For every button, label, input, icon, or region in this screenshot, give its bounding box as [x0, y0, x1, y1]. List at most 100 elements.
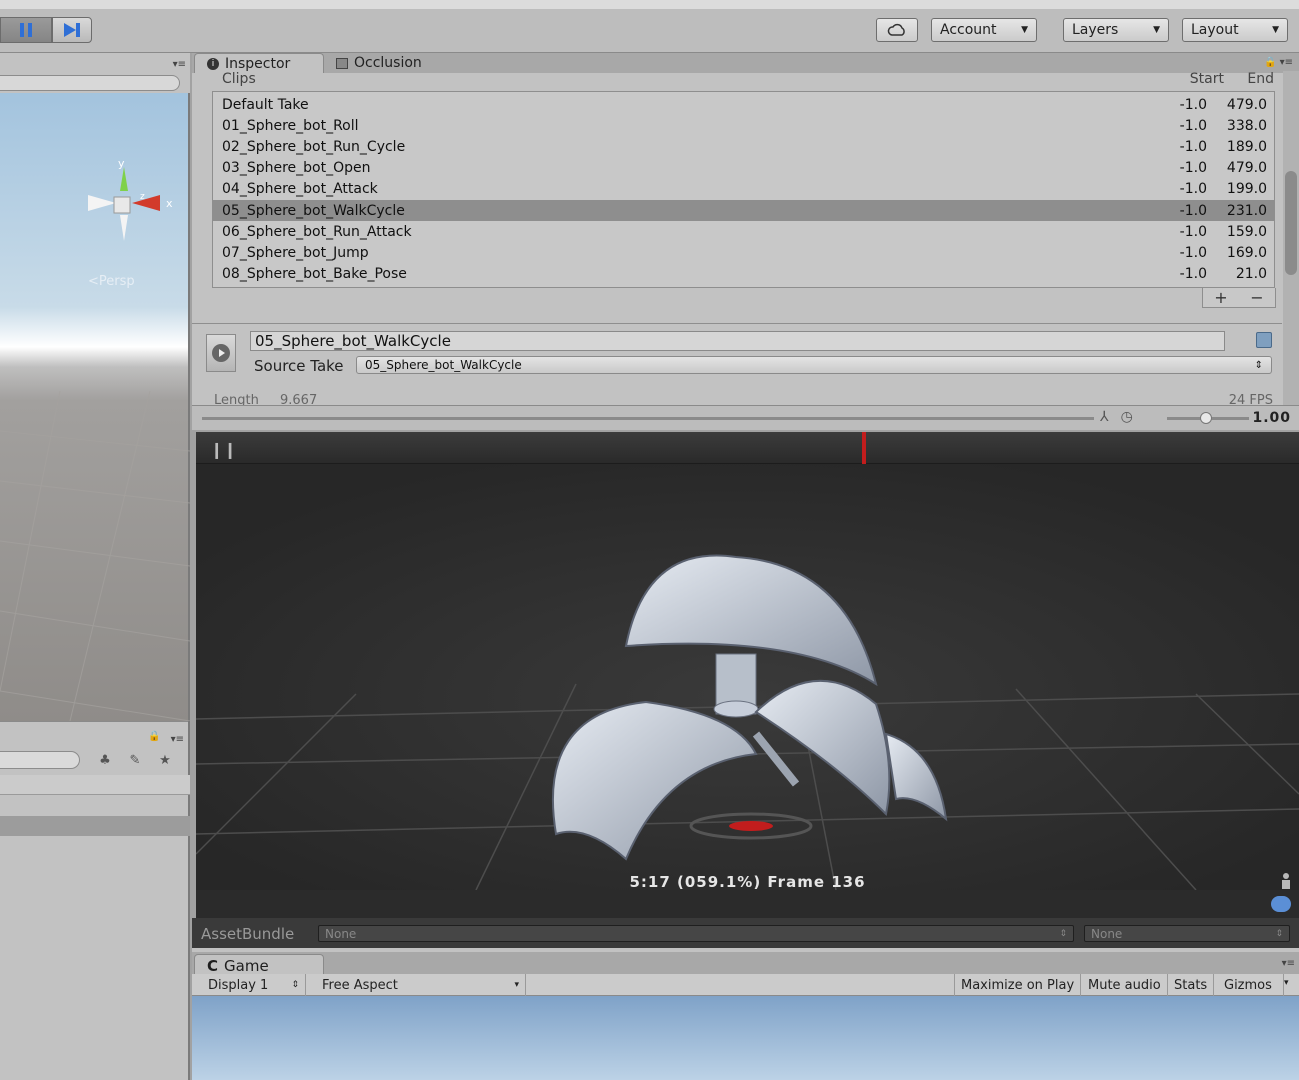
clip-name: 05_Sphere_bot_WalkCycle	[222, 202, 405, 219]
tab-occlusion-label: Occlusion	[354, 55, 422, 71]
mute-audio-toggle[interactable]: Mute audio	[1082, 974, 1168, 996]
preview-play-button[interactable]	[206, 334, 236, 372]
assetbundle-name-dropdown[interactable]: None ⇕	[318, 925, 1074, 942]
preview-viewport	[196, 464, 1299, 890]
gizmo-x-label: x	[166, 197, 173, 210]
project-panel: 🔒 ▾≡ ♣ ✎ ★	[0, 721, 190, 1080]
panel-menu-icon[interactable]: ▾≡	[171, 734, 184, 745]
layout-dropdown[interactable]: Layout ▼	[1182, 18, 1288, 42]
updown-arrow-icon: ⇕	[291, 980, 299, 990]
clip-row[interactable]: 07_Sphere_bot_Jump -1.0 169.0	[213, 242, 1274, 263]
layers-dropdown[interactable]: Layers ▼	[1063, 18, 1169, 42]
tab-occlusion[interactable]: Occlusion	[324, 53, 434, 73]
speed-icon[interactable]: ◷	[1121, 409, 1133, 425]
updown-arrow-icon: ⇕	[1254, 359, 1263, 371]
clip-row[interactable]: 05_Sphere_bot_WalkCycle -1.0 231.0	[213, 200, 1274, 221]
assetbundle-label: AssetBundle	[201, 925, 295, 943]
clip-name: 07_Sphere_bot_Jump	[222, 244, 369, 261]
inspector-scrollbar[interactable]	[1283, 71, 1299, 406]
clip-row[interactable]: 01_Sphere_bot_Roll -1.0 338.0	[213, 115, 1274, 136]
clip-start: -1.0	[1179, 244, 1207, 261]
step-icon	[64, 23, 80, 37]
clip-name: 06_Sphere_bot_Run_Attack	[222, 223, 412, 240]
lock-icon[interactable]: 🔒	[148, 731, 160, 742]
game-viewport[interactable]	[192, 996, 1299, 1080]
preview-scrubber[interactable]: ❙❙	[196, 432, 1299, 464]
assetbundle-variant-dropdown[interactable]: None ⇕	[1084, 925, 1290, 942]
game-icon: C	[207, 956, 219, 975]
clip-row[interactable]: Default Take -1.0 479.0	[213, 94, 1274, 115]
clip-start: -1.0	[1179, 160, 1207, 177]
scrollbar-thumb[interactable]	[1285, 171, 1297, 275]
tab-inspector[interactable]: i Inspector	[194, 53, 324, 73]
clip-name: 01_Sphere_bot_Roll	[222, 117, 359, 134]
project-search-input[interactable]	[0, 751, 80, 769]
chevron-down-icon[interactable]: ▾	[1284, 978, 1289, 988]
inspector-panel: i Inspector Occlusion 🔒 ▾≡ Clips Start E…	[192, 53, 1299, 425]
project-panel-header: 🔒 ▾≡	[0, 721, 188, 747]
main-toolbar: Account ▼ Layers ▼ Layout ▼	[0, 0, 1299, 53]
gizmos-dropdown[interactable]: Gizmos	[1218, 974, 1284, 996]
filter-type-icon[interactable]: ♣	[92, 749, 118, 771]
orientation-gizmo[interactable]: y x z	[84, 161, 184, 261]
persp-toggle[interactable]: <Persp	[88, 274, 135, 289]
clip-end: 479.0	[1226, 160, 1267, 177]
list-item[interactable]	[0, 775, 190, 795]
clip-row[interactable]: 04_Sphere_bot_Attack -1.0 199.0	[213, 179, 1274, 200]
clip-name-input[interactable]: 05_Sphere_bot_WalkCycle	[250, 331, 1225, 351]
label-tag-icon[interactable]	[1271, 896, 1291, 912]
scene-search-input[interactable]	[0, 75, 180, 91]
tab-game-label: Game	[224, 956, 269, 975]
panel-menu-icon[interactable]: 🔒 ▾≡	[1264, 57, 1293, 68]
clip-row[interactable]: 08_Sphere_bot_Bake_Pose -1.0 21.0	[213, 264, 1274, 285]
chevron-down-icon: ▼	[1021, 25, 1028, 35]
clip-end: 338.0	[1226, 117, 1267, 134]
clip-end: 479.0	[1226, 96, 1267, 113]
playback-controls	[0, 17, 92, 43]
scene-view[interactable]: ▾≡ y x z <Persp	[0, 53, 190, 721]
clip-row[interactable]: 06_Sphere_bot_Run_Attack -1.0 159.0	[213, 221, 1274, 242]
pivot-icon[interactable]: ⅄	[1100, 409, 1109, 425]
step-button[interactable]	[52, 17, 92, 43]
speed-slider-handle[interactable]	[1200, 412, 1212, 424]
clip-row[interactable]: 03_Sphere_bot_Open -1.0 479.0	[213, 158, 1274, 179]
pause-button[interactable]	[0, 17, 52, 43]
back-arrow-icon: <	[88, 274, 99, 289]
clip-row[interactable]: 02_Sphere_bot_Run_Cycle -1.0 189.0	[213, 136, 1274, 157]
cloud-button[interactable]	[876, 18, 918, 42]
pause-icon[interactable]: ❙❙	[210, 440, 237, 459]
list-item[interactable]	[0, 816, 190, 836]
clips-start-header: Start	[1189, 71, 1224, 87]
maximize-on-play-toggle[interactable]: Maximize on Play	[954, 974, 1082, 996]
clip-end: 159.0	[1226, 223, 1267, 240]
avatar-icon[interactable]	[1279, 872, 1293, 890]
timeline-track[interactable]	[202, 417, 1094, 420]
playhead-marker[interactable]	[862, 432, 866, 464]
clip-settings-icon[interactable]	[1256, 332, 1272, 348]
clip-start: -1.0	[1179, 117, 1207, 134]
remove-clip-button[interactable]: −	[1250, 288, 1263, 307]
display-dropdown[interactable]: Display 1 ⇕	[202, 974, 306, 996]
account-dropdown[interactable]: Account ▼	[931, 18, 1037, 42]
account-label: Account	[940, 22, 997, 38]
panel-menu-icon[interactable]: ▾≡	[1282, 958, 1295, 969]
clip-end: 189.0	[1226, 138, 1267, 155]
chevron-down-icon: ▼	[1272, 25, 1279, 35]
label-tag-icon[interactable]: ✎	[122, 749, 148, 771]
panel-menu-icon[interactable]: ▾≡	[173, 59, 186, 70]
favorite-star-icon[interactable]: ★	[152, 749, 178, 771]
display-value: Display 1	[208, 977, 269, 993]
add-clip-button[interactable]: +	[1214, 288, 1227, 307]
tab-game[interactable]: C Game	[194, 954, 324, 976]
source-take-label: Source Take	[254, 357, 344, 375]
stats-toggle[interactable]: Stats	[1168, 974, 1215, 996]
layers-label: Layers	[1072, 22, 1119, 38]
clip-end: 21.0	[1235, 266, 1267, 283]
aspect-dropdown[interactable]: Free Aspect ▾	[316, 974, 526, 996]
scene-grid	[0, 391, 190, 721]
clip-start: -1.0	[1179, 96, 1207, 113]
source-take-dropdown[interactable]: 05_Sphere_bot_WalkCycle ⇕	[356, 356, 1272, 374]
preview-footer	[196, 873, 1299, 918]
animation-preview[interactable]: ❙❙ 5:17 (059.1%) Frame 136	[196, 432, 1299, 890]
root-motion-arrow	[729, 821, 773, 831]
